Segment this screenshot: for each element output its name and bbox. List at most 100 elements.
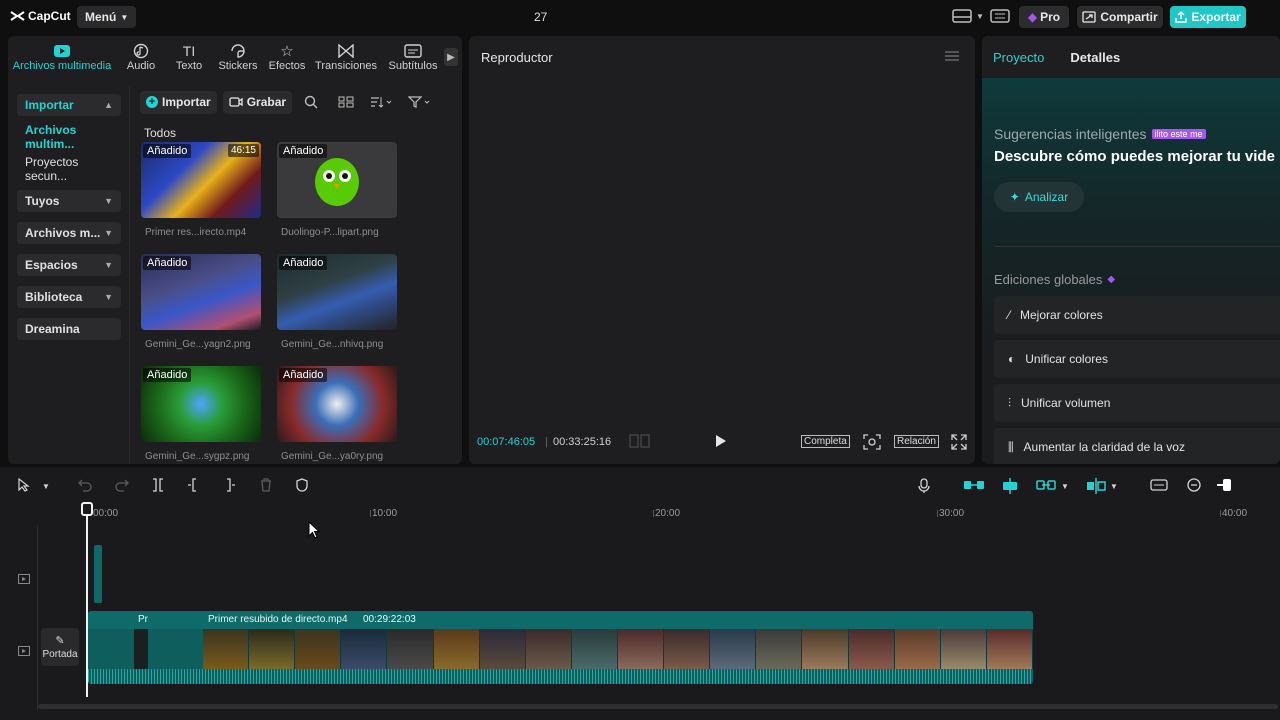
total-time: 00:33:25:16: [553, 436, 612, 448]
sidebar-item-label: Proyectos secun...: [25, 155, 79, 183]
preview-axis-icon[interactable]: [1086, 478, 1106, 494]
timeline-ruler[interactable]: [0, 505, 1280, 525]
auto-snap-icon[interactable]: [1000, 478, 1020, 494]
sidebar-item-yours[interactable]: Tuyos ▼: [17, 190, 121, 212]
media-thumbnail[interactable]: Añadido: [277, 366, 397, 442]
playhead-handle[interactable]: [81, 502, 93, 516]
export-button[interactable]: Exportar: [1170, 6, 1246, 28]
share-label: Compartir: [1100, 10, 1158, 24]
redo-icon[interactable]: [115, 478, 129, 492]
chevron-down-icon: ▼: [104, 196, 113, 206]
main-video-clip[interactable]: Pr Primer resubido de directo.mp4 00:29:…: [88, 611, 1033, 684]
timeline-scrollbar[interactable]: [38, 704, 1278, 709]
keyboard-icon[interactable]: [990, 8, 1010, 27]
sidebar-item-spaces[interactable]: Espacios ▼: [17, 254, 121, 276]
fullscreen-icon[interactable]: [951, 434, 967, 453]
layout-icon[interactable]: [952, 8, 972, 27]
trim-right-icon[interactable]: [222, 478, 236, 492]
magnet-link-icon[interactable]: [963, 478, 985, 492]
tab-audio[interactable]: Audio: [116, 36, 166, 74]
media-item-name: Gemini_Ge...yagn2.png: [145, 339, 251, 350]
layout-chevron-icon[interactable]: ▼: [976, 12, 984, 21]
unify-colors-button[interactable]: ◐ Unificar colores: [994, 340, 1280, 378]
tab-media[interactable]: Archivos multimedia: [8, 36, 116, 74]
chevron-down-icon[interactable]: ▼: [1061, 482, 1069, 491]
main-track-icon[interactable]: [18, 645, 30, 659]
hamburger-menu-icon[interactable]: [945, 50, 959, 65]
playhead[interactable]: [86, 503, 88, 697]
sidebar-item-media-files[interactable]: Archivos multim...: [17, 123, 121, 151]
sort-icon[interactable]: [370, 96, 392, 108]
tab-project[interactable]: Proyecto: [993, 50, 1044, 65]
sidebar-item-secondary-projects[interactable]: Proyectos secun...: [17, 155, 121, 183]
caption-icon[interactable]: [1150, 478, 1168, 492]
sidebar-item-import[interactable]: Importar ▲: [17, 94, 121, 116]
import-button[interactable]: + Importar: [140, 90, 217, 114]
analyze-button[interactable]: ✦ Analizar: [994, 182, 1084, 212]
tabs-next-arrow-icon[interactable]: ▶: [444, 48, 458, 66]
media-item-name: Gemini_Ge...ya0ry.png: [281, 451, 384, 462]
grid-view-icon[interactable]: [338, 96, 354, 108]
sidebar-item-library[interactable]: Biblioteca ▼: [17, 286, 121, 308]
voice-clarity-button[interactable]: ⫼ Aumentar la claridad de la voz: [994, 428, 1280, 464]
trim-left-icon[interactable]: [187, 478, 201, 492]
timecode-format-icon[interactable]: [629, 434, 651, 451]
video-track-icon[interactable]: [18, 573, 30, 587]
cover-button[interactable]: ✎ Portada: [41, 628, 79, 666]
sidebar-item-label: Dreamina: [25, 322, 80, 336]
microphone-icon[interactable]: [918, 478, 930, 494]
capcut-logo: CapCut: [10, 9, 71, 23]
project-name[interactable]: 27: [534, 10, 547, 24]
record-button[interactable]: Grabar: [222, 90, 293, 114]
tab-label: Archivos multimedia: [12, 60, 112, 72]
pro-button[interactable]: ◆ Pro: [1019, 6, 1069, 28]
chevron-down-icon[interactable]: ▼: [1110, 482, 1118, 491]
zoom-slider-handle[interactable]: [1217, 478, 1235, 492]
sidebar-item-label: Tuyos: [25, 194, 60, 208]
tab-transitions[interactable]: Transiciones: [310, 36, 382, 74]
full-quality-button[interactable]: Completa: [801, 435, 850, 448]
added-badge: Añadido: [143, 256, 192, 270]
media-thumbnail[interactable]: Añadido 46:15: [141, 142, 261, 218]
chevron-down-icon[interactable]: ▼: [42, 482, 50, 491]
play-button[interactable]: [715, 434, 727, 451]
tab-stickers[interactable]: Stickers: [212, 36, 264, 74]
delete-icon[interactable]: [259, 478, 273, 492]
tab-subtitles[interactable]: Subtítulos: [382, 36, 444, 74]
shield-icon[interactable]: [295, 478, 309, 492]
global-edits-title-text: Ediciones globales: [994, 272, 1103, 287]
media-thumbnail[interactable]: Añadido: [141, 366, 261, 442]
media-thumbnail[interactable]: Añadido: [277, 254, 397, 330]
overlay-clip[interactable]: [94, 545, 102, 603]
filter-icon[interactable]: [408, 96, 430, 108]
menu-button[interactable]: Menú ▼: [77, 6, 137, 28]
sidebar-item-label: Biblioteca: [25, 290, 83, 304]
timeline-toolbar: ▼ ▼ ▼: [0, 467, 1280, 505]
undo-icon[interactable]: [78, 478, 92, 492]
search-icon[interactable]: [304, 95, 318, 109]
sidebar-item-media-archive[interactable]: Archivos m... ▼: [17, 222, 121, 244]
global-item-label: Unificar volumen: [1021, 396, 1111, 410]
select-cursor-icon[interactable]: [18, 478, 30, 492]
media-thumbnail[interactable]: Añadido: [141, 254, 261, 330]
tab-effects[interactable]: ☆ Efectos: [264, 36, 310, 74]
zoom-fit-icon[interactable]: [863, 434, 881, 453]
split-icon[interactable]: [151, 478, 165, 492]
aspect-ratio-button[interactable]: Relación: [894, 435, 939, 448]
zoom-out-icon[interactable]: [1187, 478, 1203, 494]
duration-badge: 46:15: [227, 144, 259, 157]
share-icon: [1082, 11, 1096, 23]
chevron-down-icon: ▼: [120, 12, 129, 22]
media-thumbnail[interactable]: Añadido: [277, 142, 397, 218]
media-icon: [53, 42, 71, 60]
menu-label: Menú: [85, 10, 117, 24]
unify-volume-button[interactable]: ⫶ Unificar volumen: [994, 384, 1280, 422]
enhance-colors-button[interactable]: ⁄ Mejorar colores: [994, 296, 1280, 334]
tab-text[interactable]: TI Texto: [166, 36, 212, 74]
ruler-label: 10:00: [372, 508, 398, 519]
link-clips-icon[interactable]: [1036, 478, 1056, 492]
tab-details[interactable]: Detalles: [1070, 50, 1120, 65]
sidebar-item-dreamina[interactable]: Dreamina: [17, 318, 121, 340]
share-button[interactable]: Compartir: [1077, 6, 1163, 28]
pro-label: Pro: [1040, 10, 1061, 24]
